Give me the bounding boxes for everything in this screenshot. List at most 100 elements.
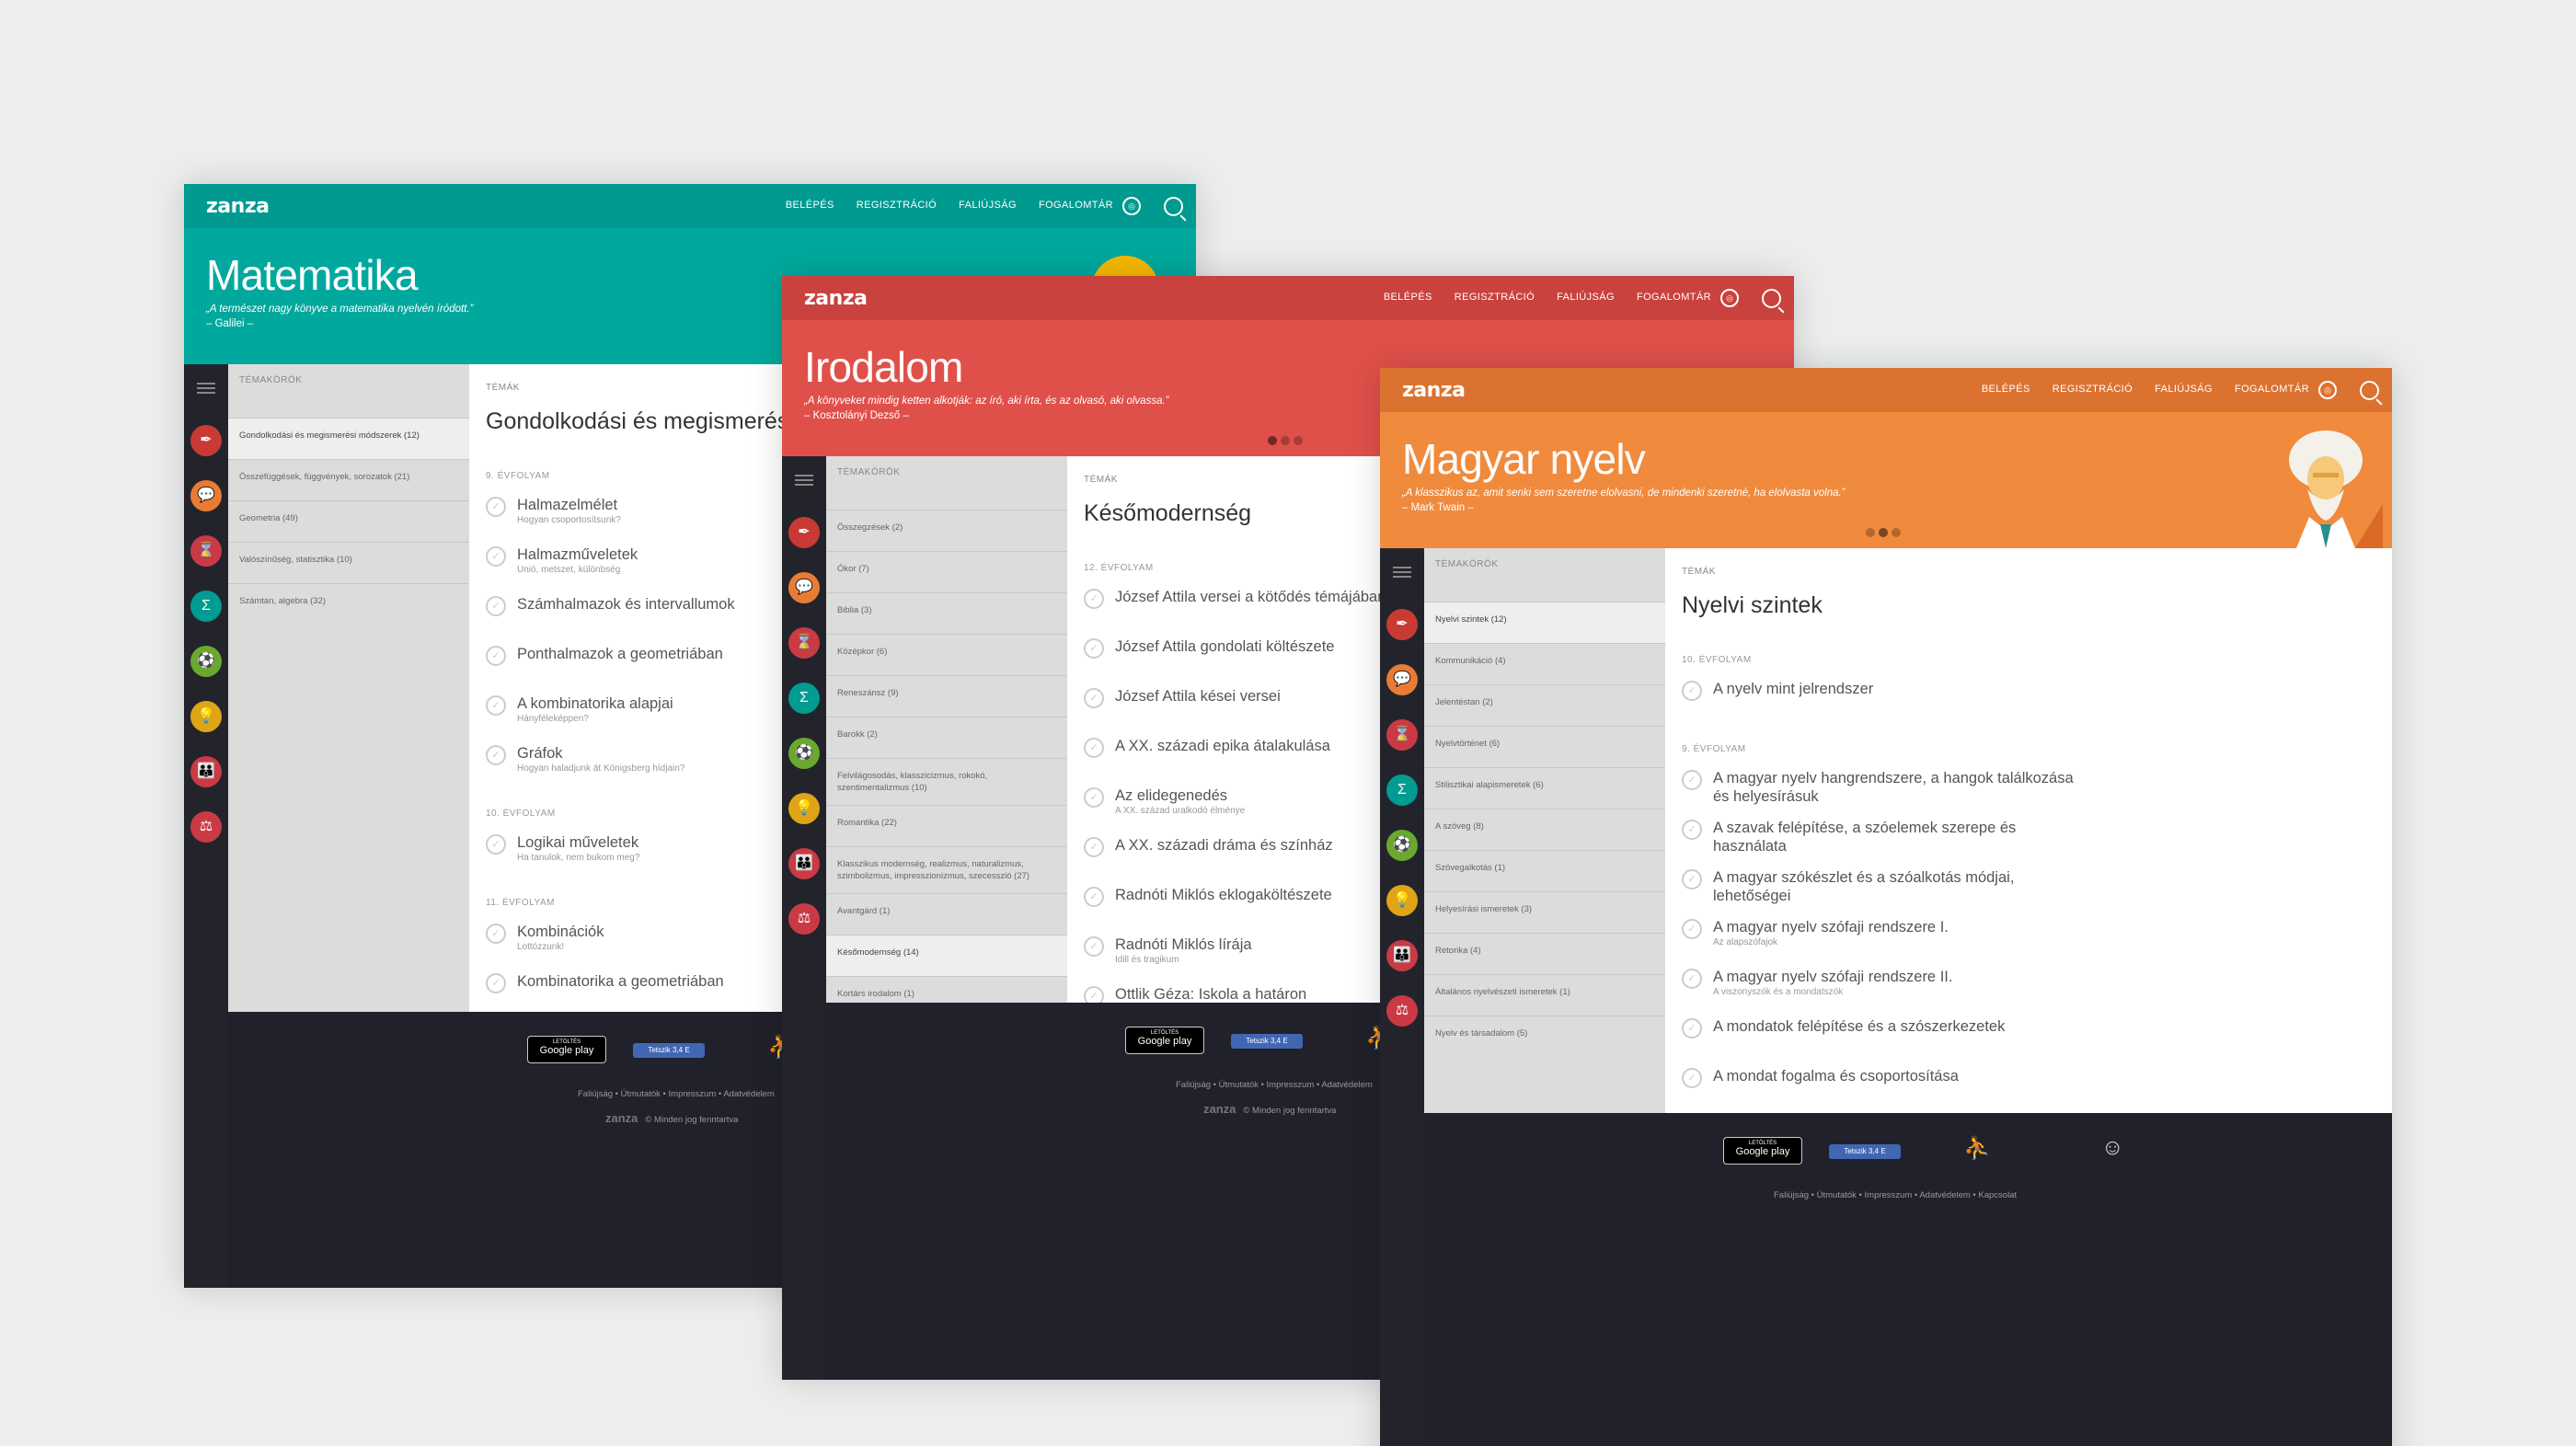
sidebar-item[interactable]: Jelentéstan (2): [1424, 684, 1665, 726]
tarsadalom-icon[interactable]: 👪: [1386, 940, 1418, 971]
sidebar-item[interactable]: Reneszánsz (9): [826, 675, 1067, 717]
tortenelem-icon[interactable]: ⌛: [190, 535, 222, 567]
magyar-nyelv-icon[interactable]: 💬: [788, 572, 820, 603]
matematika-icon[interactable]: Σ: [1386, 775, 1418, 806]
tortenelem-icon[interactable]: ⌛: [788, 627, 820, 659]
search-icon[interactable]: [1762, 289, 1781, 308]
topic-title[interactable]: A nyelv mint jelrendszer: [1713, 680, 2381, 698]
sidebar-item[interactable]: Romantika (22): [826, 805, 1067, 846]
nav-item-fogalomtar[interactable]: FOGALOMTÁR: [1039, 200, 1113, 211]
sidebar-item[interactable]: Stilisztikai alapismeretek (6): [1424, 767, 1665, 809]
testneveles-icon[interactable]: ⚽: [1386, 830, 1418, 861]
carousel-dot[interactable]: [1281, 436, 1290, 445]
facebook-like-button[interactable]: Tetszik 3,4 E: [1829, 1144, 1901, 1159]
topic-item[interactable]: ✓ A mondat fogalma és csoportosítása: [1682, 1067, 2381, 1117]
tarsadalom-icon[interactable]: 👪: [788, 848, 820, 879]
nav-item-regisztracio[interactable]: REGISZTRÁCIÓ: [2053, 384, 2133, 395]
sidebar-item[interactable]: Retorika (4): [1424, 933, 1665, 974]
globe-icon[interactable]: ◎: [1122, 197, 1141, 215]
sidebar-item[interactable]: Barokk (2): [826, 717, 1067, 758]
testneveles-icon[interactable]: ⚽: [788, 738, 820, 769]
sidebar-item[interactable]: Szövegalkotás (1): [1424, 850, 1665, 891]
topic-title[interactable]: A magyar szókészlet és a szóalkotás módj…: [1713, 868, 2381, 887]
search-icon[interactable]: [2360, 381, 2379, 400]
hamburger-menu-icon[interactable]: [795, 475, 813, 486]
topic-title[interactable]: A magyar nyelv hangrendszere, a hangok t…: [1713, 769, 2381, 787]
topic-title[interactable]: A magyar nyelv szófaji rendszere I.: [1713, 918, 2381, 936]
carousel-dot[interactable]: [1866, 528, 1875, 537]
sidebar-item[interactable]: Helyesírási ismeretek (3): [1424, 891, 1665, 933]
sidebar-item[interactable]: Összefüggések, függvények, sorozatok (21…: [228, 459, 469, 500]
zanza-logo[interactable]: zanza: [1402, 379, 1466, 402]
facebook-like-button[interactable]: Tetszik 3,4 E: [1231, 1034, 1303, 1049]
sidebar-item[interactable]: A szöveg (8): [1424, 809, 1665, 850]
nav-item-fogalomtar[interactable]: FOGALOMTÁR: [1637, 292, 1711, 303]
footer-links[interactable]: Faliújság • Útmutatók • Impresszum • Ada…: [1774, 1190, 2017, 1200]
irodalom-icon[interactable]: ✒: [190, 425, 222, 456]
hamburger-menu-icon[interactable]: [1393, 567, 1411, 578]
topic-title-cont[interactable]: és helyesírásuk: [1713, 787, 2381, 806]
nav-item-belepes[interactable]: BELÉPÉS: [1982, 384, 2030, 395]
sidebar-item[interactable]: Számtan, algebra (32): [228, 583, 469, 625]
testneveles-icon[interactable]: ⚽: [190, 646, 222, 677]
topic-title-cont[interactable]: lehetőségei: [1713, 887, 2381, 905]
nav-item-belepes[interactable]: BELÉPÉS: [1384, 292, 1432, 303]
nav-item-belepes[interactable]: BELÉPÉS: [786, 200, 834, 211]
sidebar-item[interactable]: Geometria (49): [228, 500, 469, 542]
nav-item-faliujsag[interactable]: FALIÚJSÁG: [1557, 292, 1615, 303]
fizika-icon[interactable]: 💡: [788, 793, 820, 824]
carousel-dot[interactable]: [1879, 528, 1888, 537]
topic-title[interactable]: A magyar nyelv szófaji rendszere II.: [1713, 968, 2381, 986]
sidebar-item[interactable]: Avantgárd (1): [826, 893, 1067, 935]
irodalom-icon[interactable]: ✒: [788, 517, 820, 548]
magyar-nyelv-icon[interactable]: 💬: [190, 480, 222, 511]
topic-item[interactable]: ✓ A magyar nyelv szófaji rendszere I. Az a…: [1682, 918, 2381, 968]
jog-icon[interactable]: ⚖: [190, 811, 222, 843]
sidebar-item[interactable]: Ókor (7): [826, 551, 1067, 592]
sidebar-item[interactable]: Felvilágosodás, klasszicizmus, rokokó, s…: [826, 758, 1067, 805]
zanza-logo[interactable]: zanza: [804, 287, 868, 310]
sidebar-item[interactable]: Gondolkodási és megismerési módszerek (1…: [228, 418, 469, 459]
topic-item[interactable]: ✓ A magyar szókészlet és a szóalkotás mód…: [1682, 868, 2381, 918]
carousel-dot[interactable]: [1892, 528, 1901, 537]
nav-item-fogalomtar[interactable]: FOGALOMTÁR: [2235, 384, 2309, 395]
topic-item[interactable]: ✓ A magyar nyelv hangrendszere, a hangok …: [1682, 769, 2381, 819]
sidebar-item[interactable]: Nyelvi szintek (12): [1424, 602, 1665, 643]
google-play-button[interactable]: LETÖLTÉS Google play: [527, 1036, 606, 1063]
tarsadalom-icon[interactable]: 👪: [190, 756, 222, 787]
sidebar-item[interactable]: Középkor (6): [826, 634, 1067, 675]
zanza-logo[interactable]: zanza: [206, 195, 270, 218]
magyar-nyelv-icon[interactable]: 💬: [1386, 664, 1418, 695]
fizika-icon[interactable]: 💡: [1386, 885, 1418, 916]
carousel-dot[interactable]: [1294, 436, 1303, 445]
topic-title[interactable]: A mondat fogalma és csoportosítása: [1713, 1067, 2381, 1085]
globe-icon[interactable]: ◎: [2318, 381, 2337, 399]
topic-title-cont[interactable]: használata: [1713, 837, 2381, 855]
sidebar-item[interactable]: Valószínűség, statisztika (10): [228, 542, 469, 583]
topic-item[interactable]: ✓ A nyelv mint jelrendszer: [1682, 680, 2381, 729]
sidebar-item[interactable]: Klasszikus modernség, realizmus, natural…: [826, 846, 1067, 893]
carousel-dot[interactable]: [1268, 436, 1277, 445]
search-icon[interactable]: [1164, 197, 1183, 216]
fizika-icon[interactable]: 💡: [190, 701, 222, 732]
topic-item[interactable]: ✓ A mondatok felépítése és a szószerkezet…: [1682, 1017, 2381, 1067]
nav-item-regisztracio[interactable]: REGISZTRÁCIÓ: [1455, 292, 1535, 303]
nav-item-faliujsag[interactable]: FALIÚJSÁG: [2155, 384, 2213, 395]
matematika-icon[interactable]: Σ: [788, 683, 820, 714]
globe-icon[interactable]: ◎: [1720, 289, 1739, 307]
sidebar-item[interactable]: Későmodernség (14): [826, 935, 1067, 976]
topic-item[interactable]: ✓ A magyar nyelv szófaji rendszere II. A v…: [1682, 968, 2381, 1017]
nav-item-faliujsag[interactable]: FALIÚJSÁG: [959, 200, 1017, 211]
sidebar-item[interactable]: Összegzések (2): [826, 510, 1067, 551]
facebook-like-button[interactable]: Tetszik 3,4 E: [633, 1043, 705, 1058]
footer-links[interactable]: Faliújság • Útmutatók • Impresszum • Ada…: [578, 1089, 775, 1099]
jog-icon[interactable]: ⚖: [788, 903, 820, 935]
jog-icon[interactable]: ⚖: [1386, 995, 1418, 1027]
topic-item[interactable]: ✓ A szavak felépítése, a szóelemek szerep…: [1682, 819, 2381, 868]
sidebar-item[interactable]: Biblia (3): [826, 592, 1067, 634]
tortenelem-icon[interactable]: ⌛: [1386, 719, 1418, 751]
irodalom-icon[interactable]: ✒: [1386, 609, 1418, 640]
sidebar-item[interactable]: Nyelv és társadalom (5): [1424, 1016, 1665, 1057]
footer-links[interactable]: Faliújság • Útmutatók • Impresszum • Ada…: [1176, 1080, 1373, 1090]
google-play-button[interactable]: LETÖLTÉS Google play: [1723, 1137, 1802, 1165]
